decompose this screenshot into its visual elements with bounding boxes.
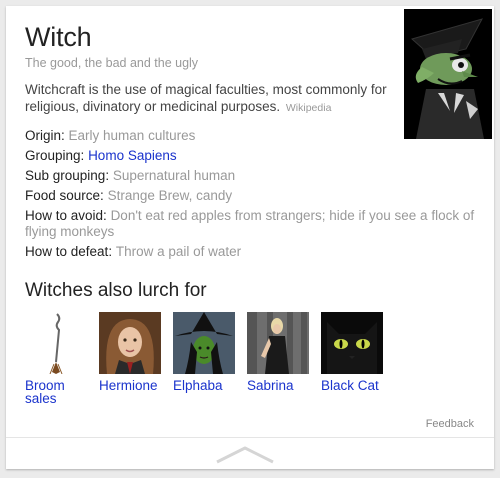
- witch-cartoon-image: [404, 9, 492, 139]
- black-cat-image: [321, 312, 383, 374]
- broom-image: [25, 312, 87, 374]
- fact-label: Food source: [25, 188, 101, 203]
- wikipedia-source-link[interactable]: Wikipedia: [286, 102, 332, 114]
- fact-label: Sub grouping: [25, 168, 106, 183]
- sabrina-image: [247, 312, 309, 374]
- related-item-black-cat[interactable]: Black Cat: [321, 312, 401, 392]
- related-heading: Witches also lurch for: [25, 280, 207, 301]
- footer-divider: [6, 437, 494, 438]
- fact-label: How to defeat: [25, 244, 109, 259]
- related-item-label: Broom sales: [25, 378, 65, 406]
- facts-list: Origin: Early human cultures Grouping: H…: [25, 128, 480, 264]
- fact-how-to-defeat: How to defeat: Throw a pail of water: [25, 244, 242, 259]
- fact-value: Supernatural human: [112, 168, 236, 183]
- related-carousel: Broom sales Hermione Elphaba Sabrina Bla…: [25, 312, 485, 412]
- related-item-label: Black Cat: [321, 378, 379, 393]
- fact-food-source: Food source: Strange Brew, candy: [25, 188, 233, 203]
- knowledge-panel: Witch The good, the bad and the ugly Wit…: [6, 6, 494, 469]
- related-item-sabrina[interactable]: Sabrina: [247, 312, 319, 392]
- related-item-label: Hermione: [99, 378, 158, 393]
- fact-value-link[interactable]: Homo Sapiens: [88, 148, 177, 163]
- feedback-link[interactable]: Feedback: [426, 418, 474, 430]
- fact-value: Strange Brew, candy: [107, 188, 233, 203]
- fact-value: Throw a pail of water: [115, 244, 242, 259]
- fact-label: How to avoid: [25, 208, 104, 223]
- fact-how-to-avoid: How to avoid: Don't eat red apples from …: [25, 208, 475, 239]
- related-item-hermione[interactable]: Hermione: [99, 312, 171, 392]
- description-text: Witchcraft is the use of magical faculti…: [25, 82, 387, 114]
- fact-label: Origin: [25, 128, 62, 143]
- fact-sub-grouping: Sub grouping: Supernatural human: [25, 168, 236, 183]
- panel-title: Witch: [25, 22, 92, 52]
- related-item-label: Elphaba: [173, 378, 223, 393]
- elphaba-image: [173, 312, 235, 374]
- collapse-button[interactable]: [215, 444, 275, 464]
- related-item-label: Sabrina: [247, 378, 294, 393]
- panel-subtitle: The good, the bad and the ugly: [25, 56, 199, 70]
- related-item-broom[interactable]: Broom sales: [25, 312, 97, 405]
- chevron-up-icon: [216, 446, 274, 464]
- witch-hero-image[interactable]: [404, 9, 492, 139]
- fact-label: Grouping: [25, 148, 81, 163]
- hermione-image: [99, 312, 161, 374]
- panel-description: Witchcraft is the use of magical faculti…: [25, 81, 395, 117]
- related-item-elphaba[interactable]: Elphaba: [173, 312, 245, 392]
- fact-grouping: Grouping: Homo Sapiens: [25, 148, 177, 163]
- fact-value: Early human cultures: [68, 128, 196, 143]
- fact-origin: Origin: Early human cultures: [25, 128, 196, 143]
